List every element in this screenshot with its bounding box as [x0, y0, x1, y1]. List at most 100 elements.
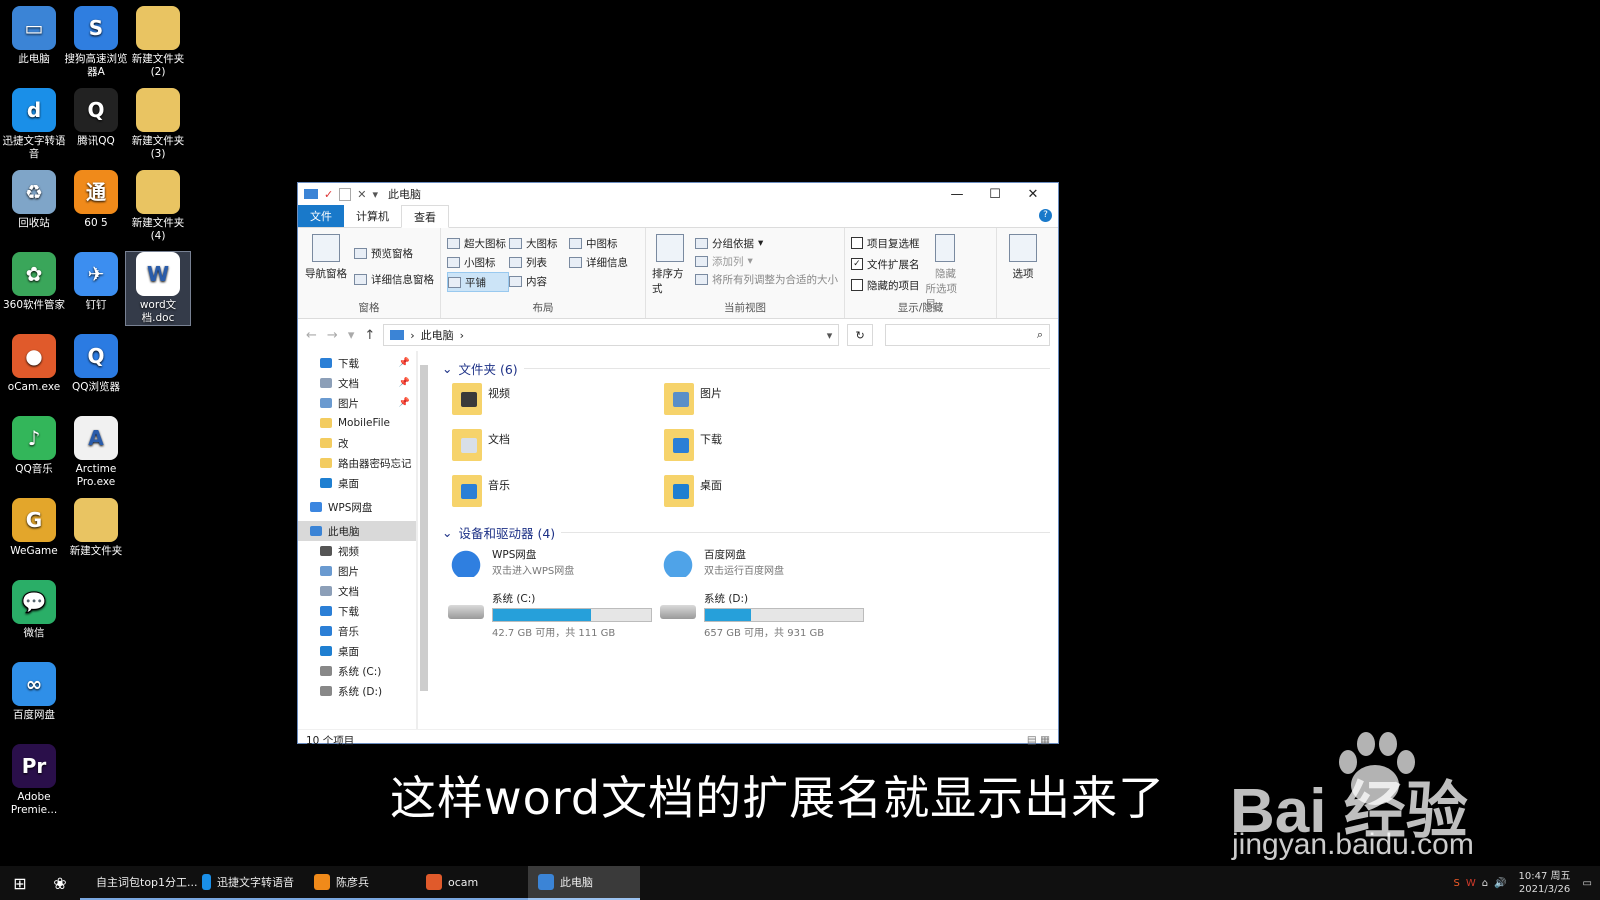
taskbar-app[interactable]: ocam [416, 866, 528, 900]
cloud-drive-item[interactable]: 百度网盘 双击运行百度网盘 [660, 547, 872, 585]
layout-option[interactable]: 列表 [509, 253, 569, 271]
windows-start-icon[interactable]: ⊞ [0, 874, 40, 893]
nav-item[interactable]: 系统 (D:) [298, 681, 416, 701]
group-by-button[interactable]: 分组依据 ▾ [694, 234, 838, 252]
taskbar-app[interactable]: 自主词包top1分工... [80, 866, 198, 900]
desktop-icon[interactable]: 新建文件夹 [64, 498, 128, 558]
breadcrumb-this-pc[interactable]: 此电脑 [421, 327, 454, 343]
sort-by-button[interactable]: 排序方式 [652, 234, 689, 296]
nav-item[interactable]: 音乐 [298, 621, 416, 641]
desktop-icon[interactable]: Q QQ浏览器 [64, 334, 128, 394]
nav-item[interactable]: MobileFile [298, 413, 416, 433]
nav-scrollbar[interactable] [417, 351, 430, 729]
desktop-icon[interactable]: G WeGame [2, 498, 66, 558]
volume-icon[interactable]: 🔊 [1494, 878, 1506, 889]
nav-item[interactable]: 桌面 [298, 473, 416, 493]
desktop-icon[interactable]: ✈ 钉钉 [64, 252, 128, 312]
clock[interactable]: 10:47 周五 2021/3/26 [1519, 870, 1571, 896]
nav-item[interactable]: 系统 (C:) [298, 661, 416, 681]
new-folder-icon[interactable] [339, 187, 352, 201]
hidden-items-checkbox[interactable] [850, 279, 863, 291]
layout-option[interactable]: 大图标 [509, 234, 569, 252]
wps-tray-icon[interactable]: W [1466, 878, 1476, 889]
nav-item[interactable]: 文档 [298, 581, 416, 601]
nav-item[interactable]: 图片 [298, 561, 416, 581]
nav-item[interactable]: 改 [298, 433, 416, 453]
layout-option[interactable]: 平铺 [447, 272, 509, 292]
folder-item[interactable]: 桌面 [664, 475, 876, 513]
folder-item[interactable]: 音乐 [452, 475, 664, 513]
desktop-icon[interactable]: Wword文档.doc [125, 251, 191, 326]
taskbar-app[interactable]: 陈彦兵 [304, 866, 416, 900]
fit-columns-button[interactable]: 将所有列调整为合适的大小 [694, 270, 838, 288]
nav-item[interactable]: 视频 [298, 541, 416, 561]
taskbar-app[interactable]: 此电脑 [528, 866, 640, 900]
nav-item[interactable]: 路由器密码忘记 [298, 453, 416, 473]
notification-icon[interactable]: ▭ [1583, 878, 1592, 889]
desktop-icon[interactable]: 新建文件夹 (3) [126, 88, 190, 161]
layout-option[interactable]: 内容 [509, 272, 569, 290]
drives-section-header[interactable]: ⌄ 设备和驱动器 (4) [442, 521, 1058, 543]
address-dropdown-icon[interactable]: ▾ [827, 329, 833, 342]
search-input[interactable]: ⌕ [884, 324, 1050, 346]
app-launcher-icon[interactable]: ❀ [40, 874, 80, 893]
maximize-button[interactable]: ☐ [976, 187, 1014, 202]
nav-item[interactable]: 图片 📌 [298, 393, 416, 413]
tab-file[interactable]: 文件 [298, 205, 344, 227]
folders-section-header[interactable]: ⌄ 文件夹 (6) [442, 357, 1058, 379]
desktop-icon[interactable]: 💬 微信 [2, 580, 66, 640]
desktop-icon[interactable]: ♪ QQ音乐 [2, 416, 66, 476]
close-button[interactable]: ✕ [1014, 187, 1052, 202]
tab-computer[interactable]: 计算机 [344, 205, 401, 227]
help-icon[interactable]: ? [1039, 209, 1052, 222]
desktop-icon[interactable]: Q 腾讯QQ [64, 88, 128, 148]
refresh-button[interactable]: ↻ [847, 324, 873, 346]
desktop-icon[interactable]: Pr Adobe Premie... [2, 744, 66, 817]
nav-item[interactable]: 文档 📌 [298, 373, 416, 393]
sogou-input-icon[interactable]: S [1453, 878, 1459, 889]
add-column-button[interactable]: 添加列 ▾ [694, 252, 838, 270]
taskbar-app[interactable]: 迅捷文字转语音 [192, 866, 304, 900]
folder-item[interactable]: 文档 [452, 429, 664, 467]
nav-item[interactable]: 下载 📌 [298, 353, 416, 373]
layout-option[interactable]: 详细信息 [569, 253, 631, 271]
back-arrow-icon[interactable]: ← [306, 328, 317, 343]
properties-icon[interactable]: ✓ [324, 188, 333, 201]
file-extensions-checkbox[interactable]: ✓ [850, 258, 863, 270]
delete-icon[interactable]: ✕ [357, 188, 366, 201]
options-button[interactable]: 选项 [1003, 234, 1043, 281]
drive-item[interactable]: 系统 (C:) 42.7 GB 可用，共 111 GB [448, 591, 660, 639]
up-arrow-icon[interactable]: ↑ [364, 328, 375, 343]
scrollbar-thumb[interactable] [420, 365, 428, 691]
nav-pane-button[interactable]: 导航窗格 [304, 234, 348, 288]
hidden-items-toggle[interactable]: 隐藏的项目 [850, 276, 919, 294]
desktop-icon[interactable]: d 迅捷文字转语音 [2, 88, 66, 161]
layout-option[interactable]: 小图标 [447, 253, 509, 271]
desktop-icon[interactable]: ∞ 百度网盘 [2, 662, 66, 722]
layout-option[interactable]: 超大图标 [447, 234, 509, 252]
desktop-icon[interactable]: ▭ 此电脑 [2, 6, 66, 66]
folder-item[interactable]: 下载 [664, 429, 876, 467]
minimize-button[interactable]: — [938, 187, 976, 202]
desktop-icon[interactable]: A Arctime Pro.exe [64, 416, 128, 489]
desktop-icon[interactable]: 新建文件夹 (2) [126, 6, 190, 79]
item-checkboxes-checkbox[interactable] [850, 237, 863, 249]
nav-item[interactable]: 此电脑 [298, 521, 416, 541]
cloud-drive-item[interactable]: WPS网盘 双击进入WPS网盘 [448, 547, 660, 585]
nav-item[interactable]: 下载 [298, 601, 416, 621]
drive-item[interactable]: 系统 (D:) 657 GB 可用，共 931 GB [660, 591, 872, 639]
desktop-icon[interactable]: S 搜狗高速浏览器A [64, 6, 128, 79]
desktop-icon[interactable]: ♻ 回收站 [2, 170, 66, 230]
details-pane-button[interactable]: 详细信息窗格 [354, 270, 434, 288]
folder-item[interactable]: 图片 [664, 383, 876, 421]
network-icon[interactable]: ⌂ [1482, 878, 1488, 889]
nav-item[interactable]: 桌面 [298, 641, 416, 661]
layout-option[interactable]: 中图标 [569, 234, 631, 252]
view-toggle-icons[interactable]: ▤ ▦ [1027, 734, 1050, 746]
desktop-icon[interactable]: 新建文件夹 (4) [126, 170, 190, 243]
desktop-icon[interactable]: ● oCam.exe [2, 334, 66, 394]
nav-item[interactable]: WPS网盘 [298, 497, 416, 517]
preview-pane-button[interactable]: 预览窗格 [354, 244, 434, 262]
recent-dropdown-icon[interactable]: ▾ [348, 328, 355, 343]
folder-item[interactable]: 视频 [452, 383, 664, 421]
